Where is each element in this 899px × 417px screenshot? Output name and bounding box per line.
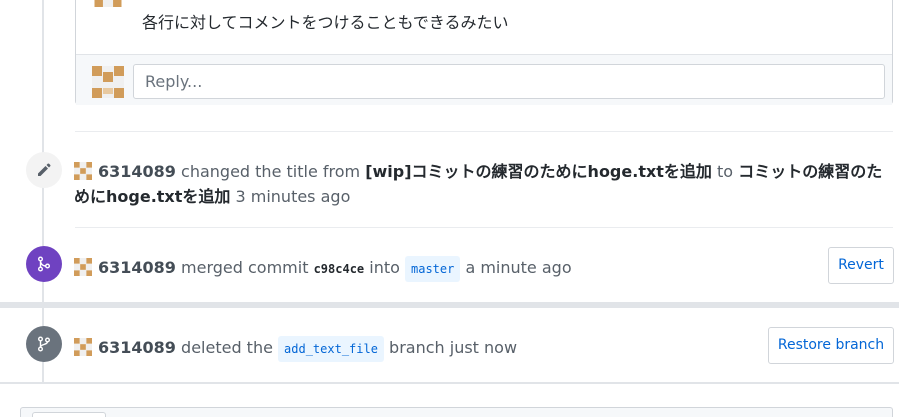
event-time[interactable]: 3 minutes ago: [235, 187, 350, 206]
avatar[interactable]: [74, 338, 92, 356]
restore-branch-button[interactable]: Restore branch: [768, 327, 894, 364]
branch-ref: add_text_file: [278, 336, 384, 362]
git-merge-icon: [38, 256, 50, 272]
branch-ref[interactable]: master: [405, 256, 461, 282]
avatar[interactable]: [74, 258, 92, 276]
event-badge: [26, 152, 62, 188]
event-tail: branch just now: [389, 338, 518, 357]
event-to: to: [717, 162, 734, 181]
reply-input[interactable]: Reply...: [133, 64, 885, 99]
rename-event: 6314089 changed the title from [wip]コミット…: [74, 159, 892, 209]
avatar[interactable]: [92, 66, 124, 98]
event-action: deleted the: [181, 338, 273, 357]
merge-separator: [0, 302, 899, 308]
comment-text: 各行に対してコメントをつけることもできるみたい: [142, 13, 509, 32]
reply-row: Reply...: [76, 55, 892, 105]
timeline-end-separator: [0, 382, 899, 384]
divider: [75, 227, 893, 228]
git-branch-icon: [38, 336, 50, 352]
event-username[interactable]: 6314089: [98, 162, 176, 181]
revert-button[interactable]: Revert: [828, 247, 894, 284]
new-title-continued: めにhoge.txtを追加: [74, 187, 231, 206]
event-into: into: [369, 258, 400, 277]
divider: [75, 131, 893, 132]
branch-delete-event: 6314089 deleted the add_text_file branch…: [74, 335, 517, 362]
new-comment-box: [20, 407, 893, 417]
avatar[interactable]: [92, 0, 124, 7]
event-username[interactable]: 6314089: [98, 258, 176, 277]
review-comment-thread: 各行に対してコメントをつけることもできるみたい Reply...: [75, 0, 893, 105]
event-action: merged commit: [181, 258, 309, 277]
merge-event: 6314089 merged commit c98c4ce into maste…: [74, 255, 572, 282]
event-username[interactable]: 6314089: [98, 338, 176, 357]
write-tab[interactable]: [32, 412, 106, 417]
branch-deleted-badge: [26, 326, 62, 362]
pencil-icon: [38, 163, 51, 176]
new-title: コミットの練習のた: [738, 162, 883, 181]
comment-body: 各行に対してコメントをつけることもできるみたい: [76, 0, 892, 55]
commit-sha-link[interactable]: c98c4ce: [314, 262, 365, 276]
old-title: [wip]コミットの練習のためにhoge.txtを追加: [365, 162, 712, 181]
avatar[interactable]: [74, 162, 92, 180]
event-action: changed the title from: [181, 162, 361, 181]
event-time[interactable]: a minute ago: [465, 258, 571, 277]
merged-badge: [26, 246, 62, 282]
